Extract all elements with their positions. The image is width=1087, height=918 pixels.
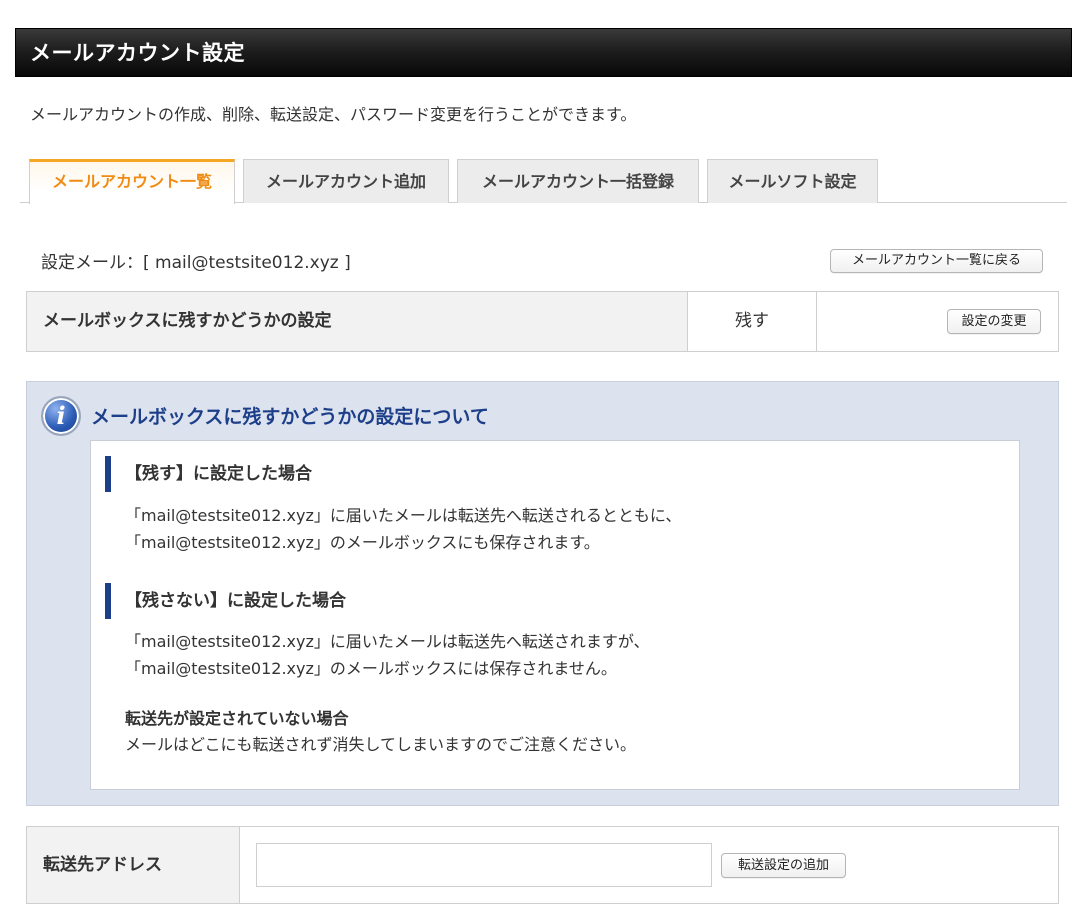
back-to-list-button[interactable]: メールアカウント一覧に戻る: [830, 249, 1043, 273]
page-header: メールアカウント設定: [15, 28, 1072, 77]
section-keep-heading: 【残す】に設定した場合: [105, 456, 312, 492]
info-title: メールボックスに残すかどうかの設定について: [91, 406, 489, 428]
setting-mail-address: 設定メール：[ mail@testsite012.xyz ]: [41, 253, 351, 273]
info-content: 【残す】に設定した場合 「mail@testsite012.xyz」に届いたメー…: [90, 440, 1020, 790]
section-discard-line2: 「mail@testsite012.xyz」のメールボックスには保存されません。: [125, 659, 617, 678]
section-no-forward-heading: 転送先が設定されていない場合: [125, 709, 349, 728]
info-icon: i: [41, 396, 81, 436]
forward-address-row: 転送先アドレス 転送設定の追加: [26, 826, 1059, 904]
section-discard-line1: 「mail@testsite012.xyz」に届いたメールは転送先へ転送されます…: [125, 632, 650, 651]
forward-address-label: 転送先アドレス: [27, 827, 240, 903]
page-description: メールアカウントの作成、削除、転送設定、パスワード変更を行うことができます。: [30, 105, 637, 124]
section-keep-line2: 「mail@testsite012.xyz」のメールボックスにも保存されます。: [125, 533, 600, 552]
change-setting-button[interactable]: 設定の変更: [947, 309, 1041, 334]
tab-account-add[interactable]: メールアカウント追加: [243, 159, 449, 203]
tab-account-list[interactable]: メールアカウント一覧: [29, 159, 235, 204]
mailbox-setting-label: メールボックスに残すかどうかの設定: [27, 292, 688, 351]
section-discard-heading: 【残さない】に設定した場合: [105, 583, 346, 619]
tab-account-bulk-register[interactable]: メールアカウント一括登録: [457, 159, 699, 203]
page-title: メールアカウント設定: [30, 41, 245, 65]
tab-bar: メールアカウント一覧 メールアカウント追加 メールアカウント一括登録 メールソフ…: [20, 158, 1067, 204]
section-no-forward-line1: メールはどこにも転送されず消失してしまいますのでご注意ください。: [125, 735, 637, 754]
mailbox-setting-row: メールボックスに残すかどうかの設定 残す 設定の変更: [26, 291, 1059, 352]
tab-mail-software-settings[interactable]: メールソフト設定: [707, 159, 878, 203]
info-panel: i メールボックスに残すかどうかの設定について 【残す】に設定した場合 「mai…: [26, 381, 1059, 806]
add-forward-button[interactable]: 転送設定の追加: [721, 853, 846, 878]
mailbox-setting-value: 残す: [688, 292, 817, 351]
section-keep-line1: 「mail@testsite012.xyz」に届いたメールは転送先へ転送されると…: [125, 506, 682, 525]
forward-address-input[interactable]: [256, 843, 712, 887]
